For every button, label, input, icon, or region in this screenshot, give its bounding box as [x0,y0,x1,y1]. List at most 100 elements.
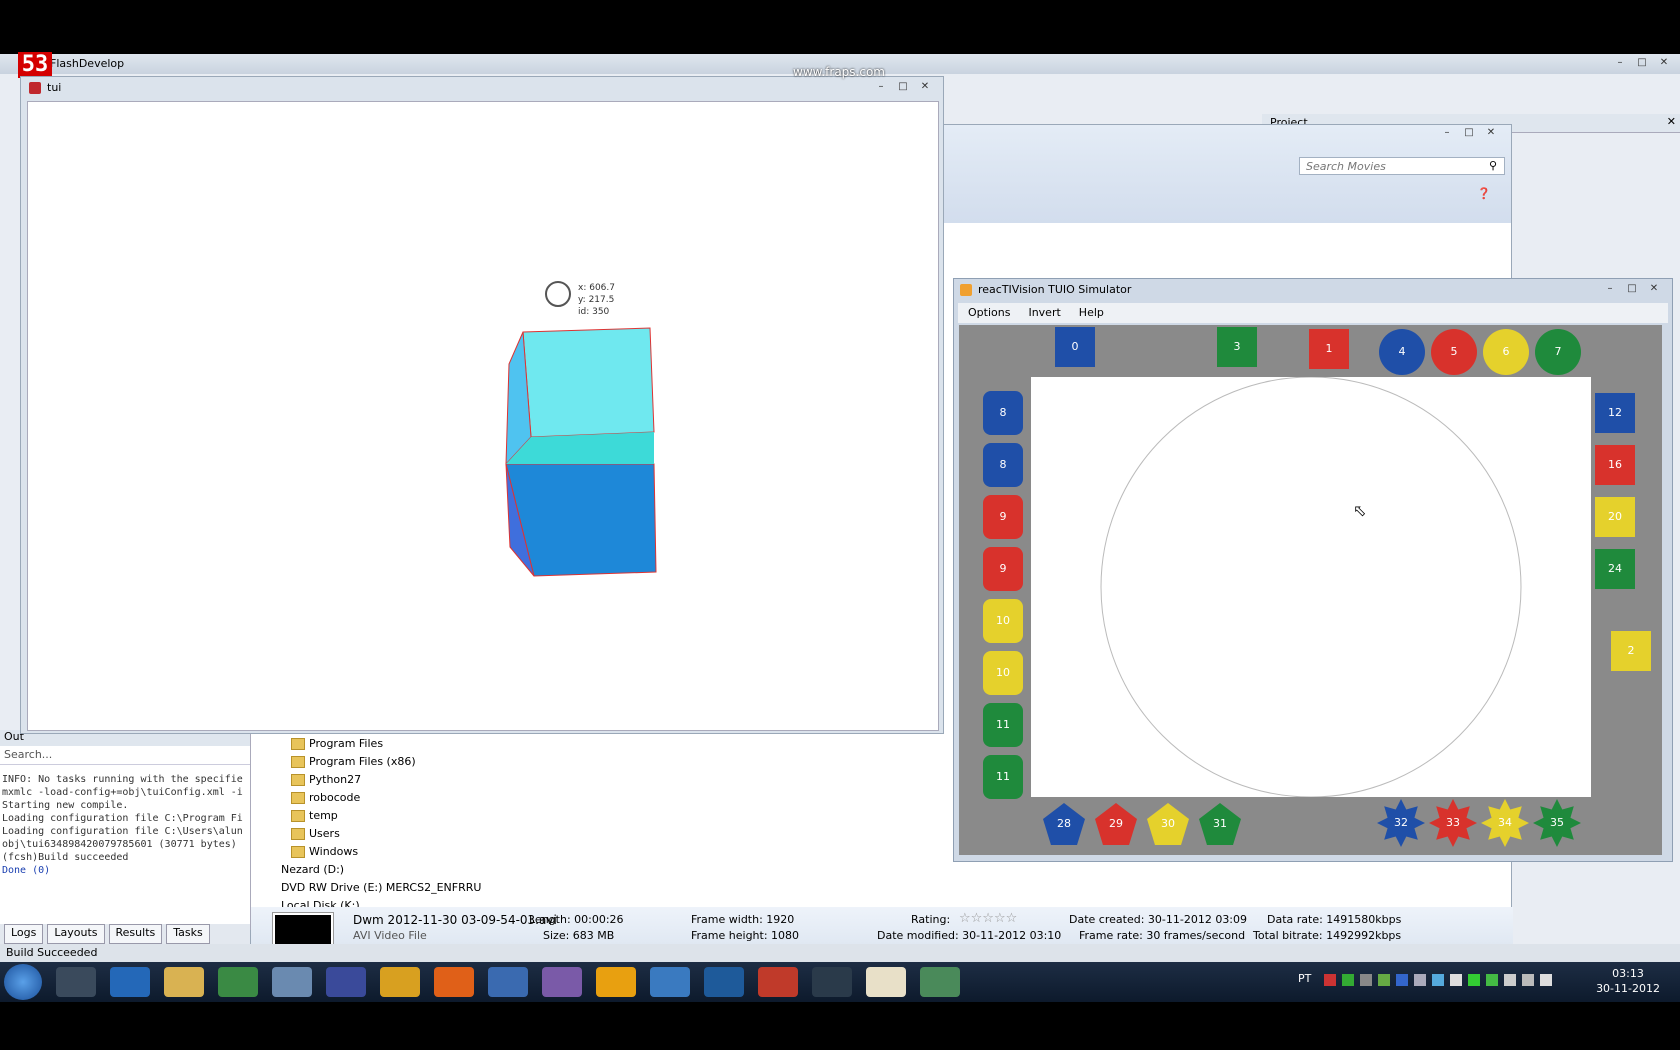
fiducial-2[interactable]: 2 [1611,631,1651,671]
pidgin-icon[interactable] [542,967,582,997]
tree-item[interactable]: temp [251,807,581,825]
fiducial-33[interactable]: 33 [1429,799,1477,847]
fiducial-4[interactable]: 4 [1379,329,1425,375]
tray-icon[interactable] [1342,974,1354,986]
flag-icon[interactable] [1504,974,1516,986]
fiducial-7[interactable]: 7 [1535,329,1581,375]
fiducial-3[interactable]: 3 [1217,327,1257,367]
language-indicator[interactable]: PT [1298,972,1311,985]
volume-icon[interactable] [1540,974,1552,986]
fiducial-12[interactable]: 12 [1595,393,1635,433]
fiducial-5[interactable]: 5 [1431,329,1477,375]
fiducial-24[interactable]: 24 [1595,549,1635,589]
drive-item[interactable]: DVD RW Drive (E:) MERCS2_ENFRRU [251,879,581,897]
maximize-icon[interactable]: □ [1624,283,1640,295]
tab-tasks[interactable]: Tasks [166,924,210,944]
fiducial-32[interactable]: 32 [1377,799,1425,847]
firefox-icon[interactable] [434,967,474,997]
aimp-icon[interactable] [596,967,636,997]
thunderbird-icon[interactable] [488,967,528,997]
tray-icon[interactable] [1432,974,1444,986]
network-tray-icon[interactable] [1522,974,1534,986]
tree-item[interactable]: Windows [251,843,581,861]
done-link[interactable]: Done (0) [2,864,248,877]
fiducial-9[interactable]: 9 [983,495,1023,539]
menu-options[interactable]: Options [968,303,1010,323]
fiducial-6[interactable]: 6 [1483,329,1529,375]
fiducial-1[interactable]: 1 [1309,329,1349,369]
tree-item[interactable]: Users [251,825,581,843]
maximize-icon[interactable]: □ [1634,57,1650,69]
menu-invert[interactable]: Invert [1028,303,1060,323]
window-icon[interactable] [920,967,960,997]
tray-icon[interactable] [1414,974,1426,986]
fiducial-8b[interactable]: 8 [983,443,1023,487]
search-icon[interactable]: ⚲ [1489,159,1497,172]
close-icon[interactable]: ✕ [1483,127,1499,139]
close-icon[interactable]: ✕ [1667,115,1676,128]
close-icon[interactable]: ✕ [917,81,933,93]
simulator-stage[interactable]: ⬁ 0 3 1 4 5 6 7 8 8 9 9 10 10 11 11 12 1… [959,325,1662,855]
fiducial-10[interactable]: 10 [983,599,1023,643]
close-icon[interactable]: ✕ [1656,57,1672,69]
spreadsheet-icon[interactable] [218,967,258,997]
tray-icon[interactable] [1486,974,1498,986]
explorer-icon[interactable] [164,967,204,997]
fiducial-31[interactable]: 31 [1199,803,1241,845]
help-icon[interactable]: ❓ [1477,187,1491,200]
network-icon[interactable] [650,967,690,997]
fiducial-28[interactable]: 28 [1043,803,1085,845]
minimize-icon[interactable]: – [1602,283,1618,295]
maximize-icon[interactable]: □ [1461,127,1477,139]
tree-item[interactable]: Python27 [251,771,581,789]
tray-icon[interactable] [1324,974,1336,986]
output-search-input[interactable]: Search... [0,746,250,765]
tray-icon[interactable] [1468,974,1480,986]
search-input[interactable]: Search Movies [1299,157,1505,175]
menu-help[interactable]: Help [1079,303,1104,323]
tui-canvas[interactable]: x: 606.7 y: 217.5 id: 350 [27,101,939,731]
virtualbox-icon[interactable] [272,967,312,997]
rating-stars[interactable]: ☆☆☆☆☆ [959,911,1017,926]
flash-icon[interactable] [758,967,798,997]
drive-item[interactable]: Nezard (D:) [251,861,581,879]
fiducial-30[interactable]: 30 [1147,803,1189,845]
steam-icon[interactable] [56,967,96,997]
fiducial-16[interactable]: 16 [1595,445,1635,485]
tab-results[interactable]: Results [108,924,163,944]
infinity-icon[interactable] [326,967,366,997]
fiducial-9b[interactable]: 9 [983,547,1023,591]
flashdevelop-icon[interactable] [704,967,744,997]
tray-icon[interactable] [1396,974,1408,986]
fiducial-11b[interactable]: 11 [983,755,1023,799]
drive-item[interactable]: Local Disk (K:) [251,897,581,907]
java-app-icon[interactable] [866,967,906,997]
fiducial-10b[interactable]: 10 [983,651,1023,695]
fiducial-34[interactable]: 34 [1481,799,1529,847]
chrome-icon[interactable] [380,967,420,997]
fraps-icon[interactable] [812,967,852,997]
fiducial-35[interactable]: 35 [1533,799,1581,847]
minimize-icon[interactable]: – [1439,127,1455,139]
clock[interactable]: 03:13 30-11-2012 [1596,966,1660,996]
tree-item[interactable]: Program Files (x86) [251,753,581,771]
minimize-icon[interactable]: – [1612,57,1628,69]
tray-icon[interactable] [1378,974,1390,986]
tray-icon[interactable] [1450,974,1462,986]
fiducial-0[interactable]: 0 [1055,327,1095,367]
minimize-icon[interactable]: – [873,81,889,93]
tab-layouts[interactable]: Layouts [47,924,105,944]
powershell-icon[interactable] [110,967,150,997]
fiducial-11[interactable]: 11 [983,703,1023,747]
simulator-table[interactable]: ⬁ [1031,377,1591,797]
start-button[interactable] [4,964,42,1000]
close-icon[interactable]: ✕ [1646,283,1662,295]
tray-icon[interactable] [1360,974,1372,986]
fiducial-8[interactable]: 8 [983,391,1023,435]
fiducial-29[interactable]: 29 [1095,803,1137,845]
tree-item[interactable]: Program Files [251,735,581,753]
tab-logs[interactable]: Logs [4,924,44,944]
tree-item[interactable]: robocode [251,789,581,807]
fiducial-20[interactable]: 20 [1595,497,1635,537]
maximize-icon[interactable]: □ [895,81,911,93]
